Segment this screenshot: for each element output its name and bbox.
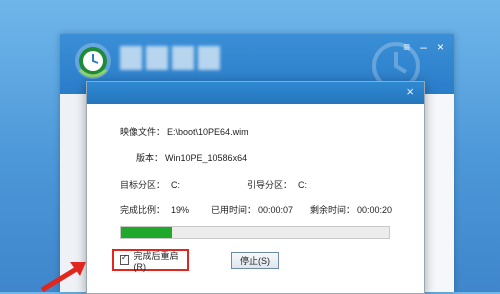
progress-bar-fill [121,227,172,238]
target-partition-value: C: [171,180,181,190]
dialog-titlebar: × [87,82,424,104]
window-controls: ≡ – × [403,40,444,54]
boot-partition-value: C: [298,180,308,190]
red-arrow-icon [40,262,86,292]
version-label: 版本： [136,153,164,163]
stop-button[interactable]: 停止(S) [231,252,279,269]
completion-value: 19% [171,205,190,215]
blurred-app-title [120,46,220,72]
remaining-label: 剩余时间： [310,205,356,215]
completion-label: 完成比例： [120,205,166,215]
progress-bar [120,226,390,239]
version-value: Win10PE_10586x64 [165,153,248,163]
version-row: 版本： Win10PE_10586x64 [136,151,247,164]
clock-restore-logo-icon [75,43,111,79]
elapsed-row: 已用时间： 00:00:07 [211,203,293,216]
image-file-row: 映像文件： E:\boot\10PE64.wim [120,125,249,138]
remaining-value: 00:00:20 [357,205,393,215]
restart-checkbox-label: 完成后重启(R) [133,250,179,272]
target-partition-label: 目标分区： [120,180,166,190]
image-file-label: 映像文件： [120,127,166,137]
dialog-close-icon[interactable]: × [406,85,414,99]
close-icon[interactable]: × [437,40,444,54]
restart-after-complete-checkbox[interactable]: 完成后重启(R) [112,249,189,272]
completion-row: 完成比例： 19% [120,203,189,216]
boot-partition-row: 引导分区： C: [247,178,307,191]
menu-icon[interactable]: ≡ [403,40,410,54]
boot-partition-label: 引导分区： [247,180,293,190]
checkbox-checked-icon[interactable] [120,253,130,265]
elapsed-label: 已用时间： [211,205,257,215]
elapsed-value: 00:00:07 [258,205,294,215]
remaining-row: 剩余时间： 00:00:20 [310,203,392,216]
image-file-value: E:\boot\10PE64.wim [167,127,249,137]
target-partition-row: 目标分区： C: [120,178,180,191]
minimize-icon[interactable]: – [420,40,427,54]
restore-progress-dialog: × 映像文件： E:\boot\10PE64.wim 版本： Win10PE_105… [86,81,425,294]
